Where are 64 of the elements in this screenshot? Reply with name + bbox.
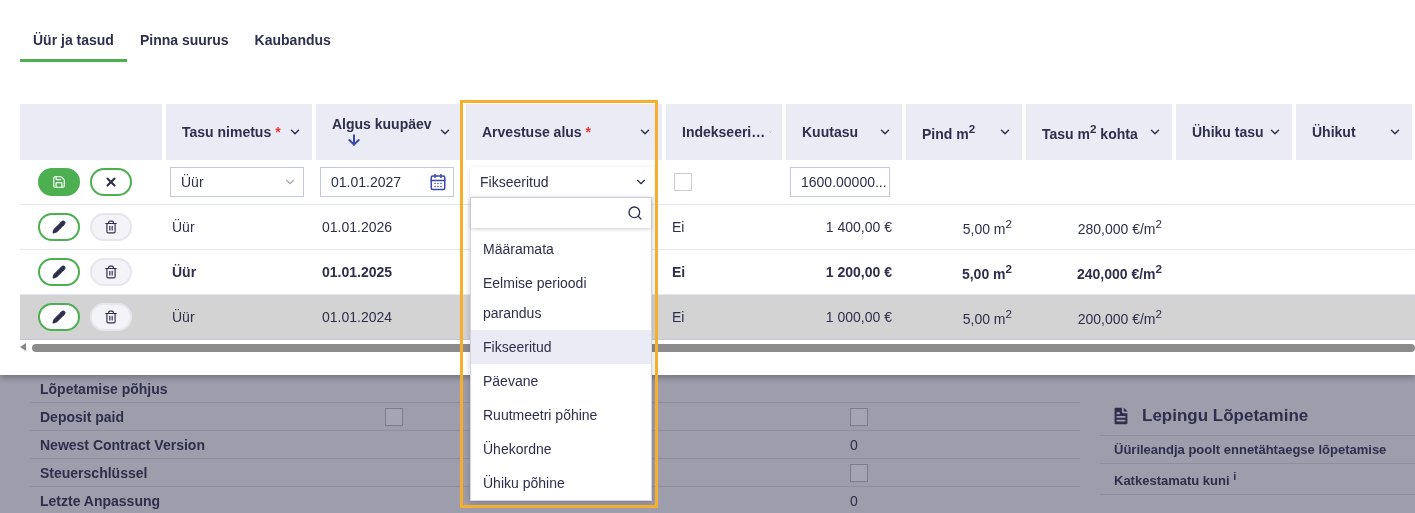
- edit-button[interactable]: [38, 258, 80, 286]
- cancel-button[interactable]: [90, 168, 132, 196]
- dropdown-option[interactable]: Ühiku põhine: [471, 466, 651, 500]
- checkbox[interactable]: [850, 407, 868, 426]
- table-cell-text: 1 400,00 €: [824, 219, 893, 235]
- table-cell-text: Üür: [171, 264, 198, 280]
- dropdown-option[interactable]: Määramata: [471, 232, 651, 266]
- table-cell-text: Ei: [671, 219, 686, 235]
- section-title: Lepingu Lõpetamine: [1142, 406, 1309, 426]
- trash-icon: [104, 265, 118, 279]
- dropdown-option[interactable]: Fikseeritud: [471, 330, 651, 364]
- tab[interactable]: Üür ja tasud: [20, 28, 127, 62]
- date-field[interactable]: 01.01.2027: [320, 167, 454, 197]
- dropdown-option[interactable]: Päevane: [471, 364, 651, 398]
- edit-button[interactable]: [38, 213, 80, 241]
- field-label: Letzte Anpassung: [39, 492, 162, 509]
- table-cell-text: 1 000,00 €: [824, 309, 893, 325]
- checkbox[interactable]: [850, 463, 868, 482]
- delete-button[interactable]: [90, 303, 132, 331]
- field-value: 0: [850, 436, 858, 453]
- dropdown-option[interactable]: Ühekordne: [471, 432, 651, 466]
- table-cell-text: 240,000 €/m$^{2}$: [1075, 262, 1163, 282]
- delete-button[interactable]: [90, 213, 132, 241]
- table-cell-text: 200,000 €/m$^{2}$: [1076, 307, 1163, 327]
- dropdown-option[interactable]: Eelmise perioodi parandus: [471, 266, 651, 330]
- table-cell-text: Üür: [171, 309, 196, 325]
- checkbox[interactable]: [674, 173, 692, 191]
- scroll-left-icon[interactable]: [20, 343, 26, 353]
- table-cell-text: 01.01.2025: [321, 264, 394, 280]
- pencil-icon: [52, 310, 66, 324]
- field-label: Lõpetamise põhjus: [39, 380, 169, 397]
- close-icon: [104, 175, 118, 189]
- edit-button[interactable]: [38, 303, 80, 331]
- table-cell-text: 1 200,00 €: [824, 264, 893, 280]
- field-label: Katkestamatu kuni $^{i}$: [1100, 464, 1415, 496]
- tab[interactable]: Pinna suurus: [126, 28, 242, 62]
- field-value: 0: [850, 492, 858, 509]
- table-cell-text: 280,000 €/m$^{2}$: [1076, 217, 1163, 237]
- table-cell-text: 01.01.2026: [321, 219, 394, 235]
- save-button[interactable]: [38, 168, 80, 196]
- checkbox[interactable]: [385, 407, 403, 426]
- table-cell-text: 5,00 m$^{2}$: [960, 262, 1013, 282]
- pencil-icon: [52, 220, 66, 234]
- trash-icon: [104, 220, 118, 234]
- table-cell-text: 5,00 m$^{2}$: [961, 217, 1013, 237]
- field-label: Üürileandja poolt ennetähtaegse lõpetamise: [1100, 436, 1415, 464]
- table-cell-text: Üür: [171, 219, 196, 235]
- table-cell-text: 5,00 m$^{2}$: [961, 307, 1013, 327]
- fee-name-select[interactable]: Üür: [170, 167, 304, 197]
- basis-select[interactable]: Fikseeritud: [470, 167, 654, 197]
- table-cell-text: Ei: [671, 309, 686, 325]
- dropdown-option[interactable]: Ruutmeetri põhine: [471, 398, 651, 432]
- monthly-fee-input[interactable]: 1600.00000...: [790, 167, 890, 197]
- tab[interactable]: Kaubandus: [241, 28, 344, 62]
- field-label: Newest Contract Version: [39, 436, 206, 453]
- field-label: Steuerschlüssel: [39, 464, 149, 481]
- pencil-icon: [52, 265, 66, 279]
- table-cell-text: Ei: [671, 264, 687, 280]
- trash-icon: [104, 310, 118, 324]
- delete-button[interactable]: [90, 258, 132, 286]
- table-cell-text: 01.01.2024: [321, 309, 394, 325]
- calendar-icon: [429, 173, 447, 191]
- field-label: Deposit paid: [39, 408, 125, 425]
- search-icon: [627, 205, 643, 221]
